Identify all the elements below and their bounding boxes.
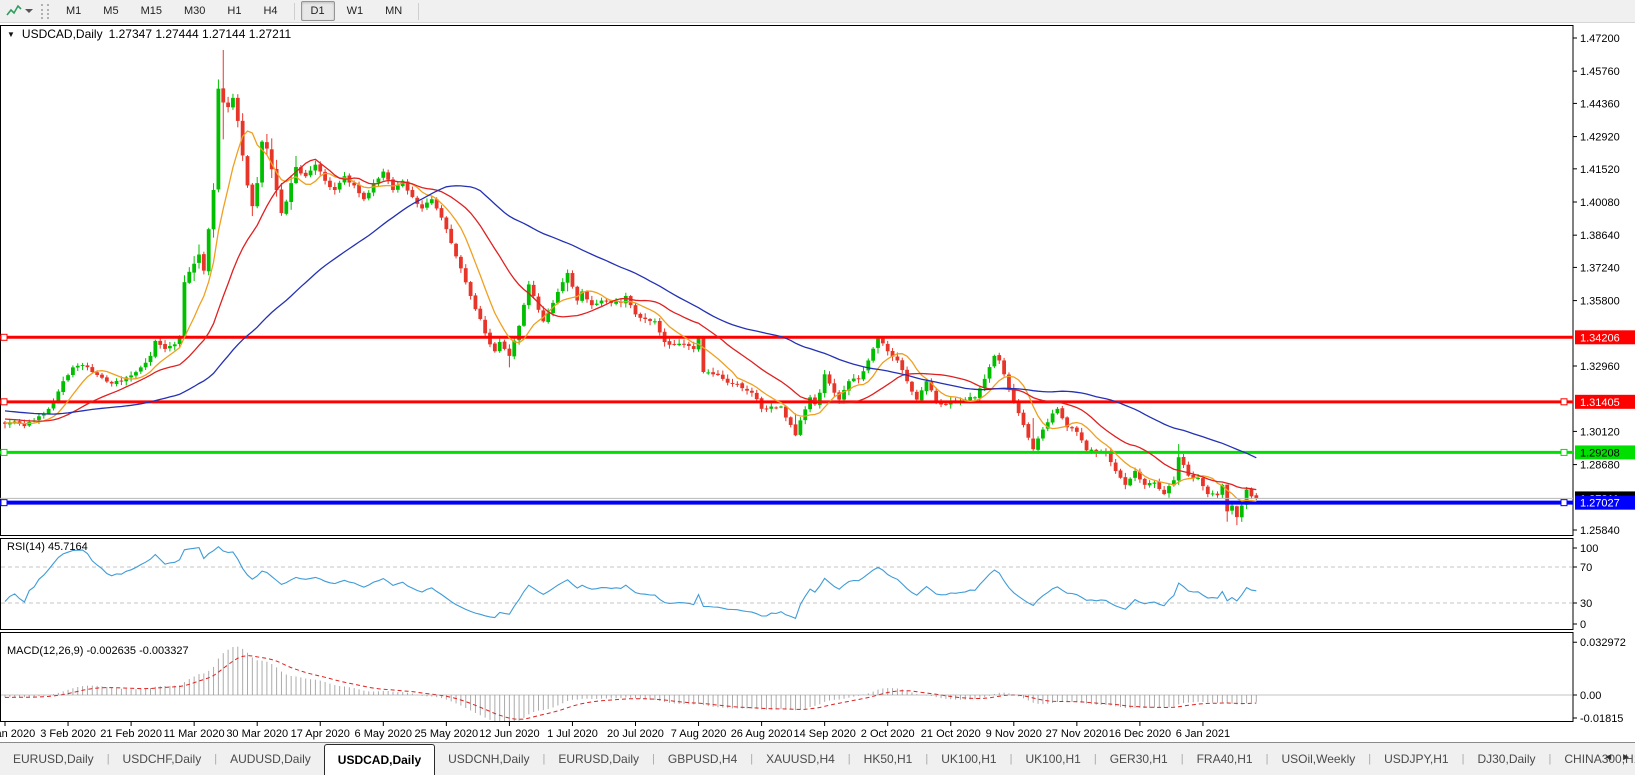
chart-tools-icon xyxy=(6,4,22,18)
tab-usdcnh-daily[interactable]: USDCNH,Daily xyxy=(435,743,542,775)
timeframe-toolbar: M1M5M15M30H1H4 D1W1MN xyxy=(0,0,1635,23)
svg-text:6 May 2020: 6 May 2020 xyxy=(355,728,412,740)
tab-hk50-h1[interactable]: HK50,H1 xyxy=(851,743,926,775)
svg-text:1.32960: 1.32960 xyxy=(1580,361,1620,373)
timeframe-button-m30[interactable]: M30 xyxy=(174,1,215,21)
chart-tools-button[interactable] xyxy=(2,2,37,20)
toolbar-grip[interactable] xyxy=(41,4,49,19)
svg-text:30: 30 xyxy=(1580,598,1592,610)
pane-frames xyxy=(1,26,1574,722)
svg-text:1.47200: 1.47200 xyxy=(1580,33,1620,45)
tab-xauusd-h4[interactable]: XAUUSD,H4 xyxy=(753,743,848,775)
svg-text:16 Dec 2020: 16 Dec 2020 xyxy=(1109,728,1171,740)
svg-text:30 Mar 2020: 30 Mar 2020 xyxy=(226,728,288,740)
svg-text:26 Aug 2020: 26 Aug 2020 xyxy=(731,728,793,740)
svg-text:1.45760: 1.45760 xyxy=(1580,66,1620,78)
svg-text:1.35800: 1.35800 xyxy=(1580,296,1620,308)
tab-audusd-daily[interactable]: AUDUSD,Daily xyxy=(217,743,324,775)
chart-canvas[interactable]: 1.47200 1.45760 1.44360 1.42920 1.41520 1.400… xyxy=(0,23,1635,742)
svg-text:1 Jul 2020: 1 Jul 2020 xyxy=(547,728,598,740)
svg-text:11 Mar 2020: 11 Mar 2020 xyxy=(164,728,225,740)
svg-text:27 Nov 2020: 27 Nov 2020 xyxy=(1046,728,1108,740)
svg-text:-0.01815: -0.01815 xyxy=(1580,713,1623,725)
timeframe-button-h4[interactable]: H4 xyxy=(253,1,287,21)
svg-text:1.27027: 1.27027 xyxy=(1580,498,1620,510)
svg-text:1.44360: 1.44360 xyxy=(1580,98,1620,110)
svg-text:100: 100 xyxy=(1580,543,1598,555)
svg-text:1.41520: 1.41520 xyxy=(1580,164,1620,176)
svg-text:1.30120: 1.30120 xyxy=(1580,426,1620,438)
date-axis[interactable]: 15 Jan 2020 3 Feb 2020 21 Feb 202011 Mar 2… xyxy=(0,722,1230,740)
tab-ger30-h1[interactable]: GER30,H1 xyxy=(1097,743,1181,775)
svg-text:1.38640: 1.38640 xyxy=(1580,230,1620,242)
svg-text:9 Nov 2020: 9 Nov 2020 xyxy=(986,728,1042,740)
tab-scroll-left-icon[interactable]: ◄ xyxy=(1603,752,1613,763)
svg-text:2 Oct 2020: 2 Oct 2020 xyxy=(861,728,915,740)
chevron-down-icon xyxy=(25,9,33,13)
svg-text:1.28680: 1.28680 xyxy=(1580,460,1620,472)
tab-usoil-weekly[interactable]: USOil,Weekly xyxy=(1268,743,1368,775)
tab-eurusd-daily[interactable]: EURUSD,Daily xyxy=(0,743,107,775)
tab-uk100-h1[interactable]: UK100,H1 xyxy=(1012,743,1093,775)
trading-platform-window: { "toolbar": { "chart_tool_icon": "chart… xyxy=(0,0,1635,775)
price-axis[interactable]: 1.47200 1.45760 1.44360 1.42920 1.41520 1.400… xyxy=(1573,33,1635,725)
svg-text:15 Jan 2020: 15 Jan 2020 xyxy=(0,728,35,740)
symbol-tab-bar: ◄ ► EURUSD,Daily|USDCHF,Daily|AUDUSD,Dai… xyxy=(0,742,1635,775)
tab-usdchf-daily[interactable]: USDCHF,Daily xyxy=(110,743,215,775)
timeframe-button-m1[interactable]: M1 xyxy=(56,1,91,21)
timeframe-button-h1[interactable]: H1 xyxy=(217,1,251,21)
svg-text:12 Jun 2020: 12 Jun 2020 xyxy=(479,728,540,740)
svg-text:25 May 2020: 25 May 2020 xyxy=(415,728,479,740)
svg-text:7 Aug 2020: 7 Aug 2020 xyxy=(671,728,727,740)
svg-text:21 Oct 2020: 21 Oct 2020 xyxy=(921,728,981,740)
svg-text:1.40080: 1.40080 xyxy=(1580,197,1620,209)
tab-eurusd-daily[interactable]: EURUSD,Daily xyxy=(545,743,652,775)
svg-text:1.29208: 1.29208 xyxy=(1580,447,1620,459)
svg-text:1.31405: 1.31405 xyxy=(1580,397,1620,409)
svg-text:70: 70 xyxy=(1580,562,1592,574)
svg-text:20 Jul 2020: 20 Jul 2020 xyxy=(607,728,664,740)
tab-usdcad-daily[interactable]: USDCAD,Daily xyxy=(324,744,435,775)
timeframe-buttons: M1M5M15M30H1H4 D1W1MN xyxy=(55,1,424,21)
svg-text:6 Jan 2021: 6 Jan 2021 xyxy=(1176,728,1230,740)
tab-dj30-daily[interactable]: DJ30,Daily xyxy=(1464,743,1548,775)
timeframe-button-mn[interactable]: MN xyxy=(375,1,412,21)
svg-text:0.032972: 0.032972 xyxy=(1580,637,1626,649)
svg-text:1.34206: 1.34206 xyxy=(1580,332,1620,344)
svg-text:1.37240: 1.37240 xyxy=(1580,262,1620,274)
svg-text:21 Feb 2020: 21 Feb 2020 xyxy=(100,728,162,740)
timeframe-button-d1[interactable]: D1 xyxy=(301,1,335,21)
svg-text:3 Feb 2020: 3 Feb 2020 xyxy=(40,728,96,740)
timeframe-button-w1[interactable]: W1 xyxy=(337,1,374,21)
tab-usdjpy-h1[interactable]: USDJPY,H1 xyxy=(1371,743,1461,775)
svg-text:0.00: 0.00 xyxy=(1580,690,1601,702)
svg-text:14 Sep 2020: 14 Sep 2020 xyxy=(793,728,855,740)
svg-text:0: 0 xyxy=(1580,619,1586,631)
timeframe-button-m15[interactable]: M15 xyxy=(131,1,172,21)
svg-text:1.42920: 1.42920 xyxy=(1580,132,1620,144)
svg-text:17 Apr 2020: 17 Apr 2020 xyxy=(291,728,350,740)
tab-uk100-h1[interactable]: UK100,H1 xyxy=(928,743,1009,775)
tab-fra40-h1[interactable]: FRA40,H1 xyxy=(1184,743,1266,775)
tab-gbpusd-h4[interactable]: GBPUSD,H4 xyxy=(655,743,750,775)
tab-scroll-right-icon[interactable]: ► xyxy=(1621,752,1631,763)
timeframe-button-m5[interactable]: M5 xyxy=(93,1,128,21)
svg-text:1.25840: 1.25840 xyxy=(1580,525,1620,537)
